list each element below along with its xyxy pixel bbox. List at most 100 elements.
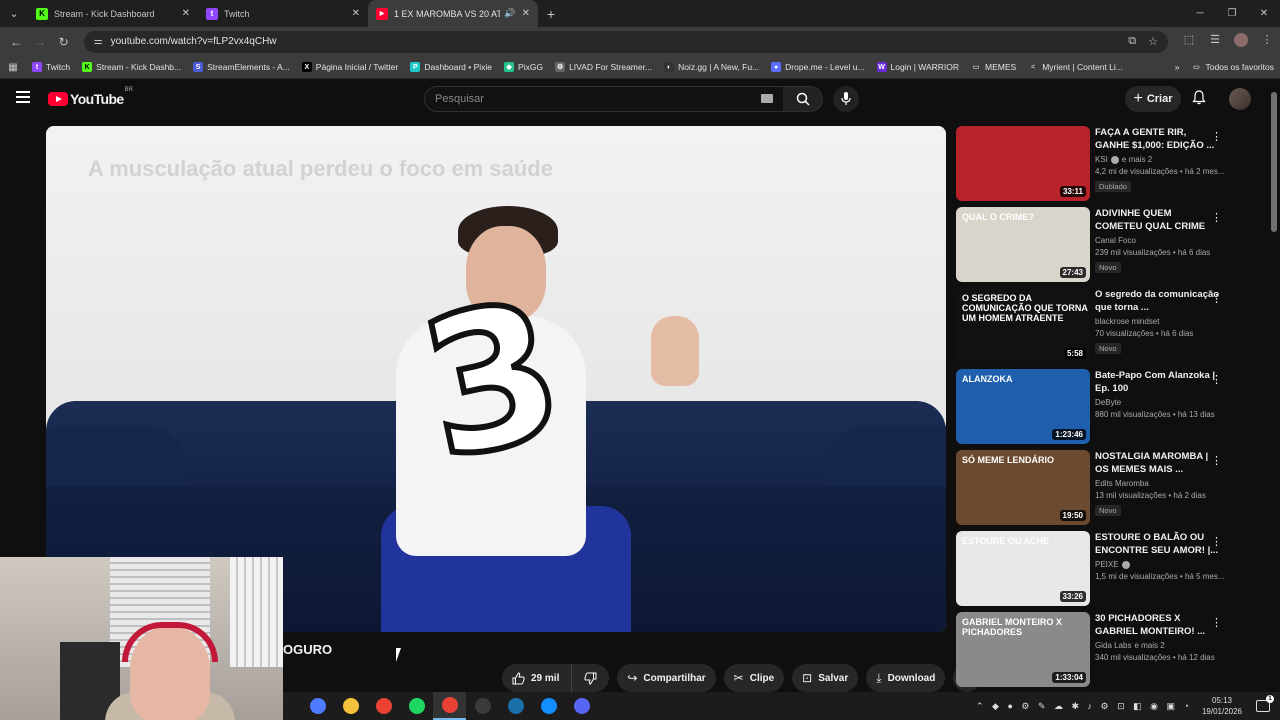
search-input[interactable]: Pesquisar: [424, 86, 784, 112]
recommendation-title[interactable]: ESTOURE O BALÃO OU ENCONTRE SEU AMOR! |.…: [1095, 531, 1220, 557]
close-icon[interactable]: ✕: [182, 8, 190, 19]
channel-row[interactable]: DeByte: [1095, 398, 1220, 407]
recommendation-title[interactable]: FAÇA A GENTE RIR, GANHE $1,000: EDIÇÃO .…: [1095, 126, 1220, 152]
cast-icon[interactable]: ⧉: [1128, 35, 1136, 48]
taskbar-clock[interactable]: 05:13 19/01/2026: [1202, 695, 1242, 717]
battle-net-taskbar-icon[interactable]: [532, 692, 565, 720]
bookmark-myrient[interactable]: < Myrient | Content Li...: [1022, 62, 1129, 72]
notifications-bell-icon[interactable]: [1192, 90, 1206, 108]
speaker-icon[interactable]: 🔊: [504, 8, 515, 19]
tab-kick-dashboard[interactable]: K Stream - Kick Dashboard ✕: [28, 0, 198, 27]
video-thumbnail[interactable]: ALANZOKA 1:23:46: [956, 369, 1090, 444]
bookmark-noiz[interactable]: ◐ Noiz.gg | A New, Fu...: [658, 62, 765, 72]
recommendation-item[interactable]: 33:11 FAÇA A GENTE RIR, GANHE $1,000: EDI…: [956, 126, 1232, 207]
new-tab-button[interactable]: +: [538, 0, 564, 27]
more-vertical-icon[interactable]: ⋮: [1211, 616, 1222, 629]
video-thumbnail[interactable]: GABRIEL MONTEIRO X PICHADORES 1:33:04: [956, 612, 1090, 687]
recommendation-title[interactable]: O segredo da comunicação que torna ...: [1095, 288, 1220, 314]
back-icon[interactable]: ←: [4, 35, 28, 49]
youtube-logo[interactable]: YouTube BR: [48, 87, 133, 107]
close-window-icon[interactable]: ✕: [1248, 0, 1280, 27]
bookmark-pixie[interactable]: P Dashboard • Pixie: [404, 62, 498, 72]
recommendation-title[interactable]: Bate-Papo Com Alanzoka | Ep. 100: [1095, 369, 1220, 395]
recommendation-item[interactable]: GABRIEL MONTEIRO X PICHADORES 1:33:04 30 P…: [956, 612, 1232, 693]
recommendation-item[interactable]: O SEGREDO DA COMUNICAÇÃO QUE TORNA UM HO…: [956, 288, 1232, 369]
channel-row[interactable]: KSI e mais 2: [1095, 155, 1220, 164]
restore-icon[interactable]: ❐: [1216, 0, 1248, 27]
account-avatar[interactable]: [1229, 88, 1251, 110]
steam-taskbar-icon[interactable]: [499, 692, 532, 720]
chevron-right-icon[interactable]: »: [1169, 62, 1186, 72]
forward-icon[interactable]: →: [28, 35, 52, 49]
address-bar[interactable]: ⚌ youtube.com/watch?v=fLP2vx4qCHw ⧉ ☆: [83, 30, 1168, 53]
bookmark-twitter[interactable]: X Página Inicial / Twitter: [296, 62, 405, 72]
bookmark-pixgg[interactable]: ◆ PixGG: [498, 62, 549, 72]
tab-search-button[interactable]: ⌄: [0, 0, 28, 27]
explorer-taskbar-icon[interactable]: [334, 692, 367, 720]
site-info-icon[interactable]: ⚌: [94, 36, 103, 47]
save-button[interactable]: ⊡ Salvar: [792, 664, 859, 692]
bookmark-streamelements[interactable]: S StreamElements - A...: [187, 62, 296, 72]
all-bookmarks-button[interactable]: ▭ Todos os favoritos: [1185, 62, 1280, 72]
video-thumbnail[interactable]: QUAL O CRIME? 27:43: [956, 207, 1090, 282]
bookmark-twitch[interactable]: t Twitch: [26, 62, 76, 72]
more-vertical-icon[interactable]: ⋮: [1211, 535, 1222, 548]
bookmark-star-icon[interactable]: ☆: [1148, 35, 1158, 48]
obs-taskbar-icon[interactable]: [466, 692, 499, 720]
recommendation-title[interactable]: ADIVINHE QUEM COMETEU QUAL CRIME: [1095, 207, 1220, 233]
bookmark-drope[interactable]: ● Drope.me - Level u...: [765, 62, 870, 72]
channel-row[interactable]: Canal Foco: [1095, 236, 1220, 245]
hamburger-menu-icon[interactable]: [16, 91, 30, 103]
minimize-icon[interactable]: ─: [1184, 0, 1216, 27]
recommendation-title[interactable]: NOSTALGIA MAROMBA | OS MEMES MAIS ...: [1095, 450, 1220, 476]
apps-grid-icon[interactable]: ▦: [0, 62, 26, 73]
close-icon[interactable]: ✕: [352, 8, 360, 19]
search-button[interactable]: [783, 86, 823, 112]
channel-row[interactable]: blackrose mindset: [1095, 317, 1220, 326]
chrome-active-taskbar-icon[interactable]: [433, 692, 466, 720]
channel-row[interactable]: PEIXE: [1095, 560, 1220, 569]
more-vertical-icon[interactable]: ⋮: [1211, 373, 1222, 386]
bookmark-kick[interactable]: K Stream - Kick Dashb...: [76, 62, 187, 72]
recommendation-title[interactable]: 30 PICHADORES X GABRIEL MONTEIRO! ...: [1095, 612, 1220, 638]
menu-icon[interactable]: ⋮: [1254, 33, 1280, 50]
share-button[interactable]: ↪ Compartilhar: [617, 664, 716, 692]
recommendation-item[interactable]: ESTOURE OU ACHE 33:26 ESTOURE O BALÃO OU E…: [956, 531, 1232, 612]
recommendation-item[interactable]: SÓ MEME LENDÁRIO 19:50 NOSTALGIA MAROMBA |…: [956, 450, 1232, 531]
create-button[interactable]: + Criar: [1125, 86, 1181, 112]
media-icon[interactable]: ☰: [1202, 33, 1228, 50]
notification-center-icon[interactable]: 1: [1256, 695, 1274, 712]
video-thumbnail[interactable]: SÓ MEME LENDÁRIO 19:50: [956, 450, 1090, 525]
more-vertical-icon[interactable]: ⋮: [1211, 454, 1222, 467]
scrollbar-thumb[interactable]: [1271, 92, 1277, 232]
bookmark-warrior[interactable]: W Login | WARRIOR: [871, 62, 966, 72]
recommendation-item[interactable]: QUAL O CRIME? 27:43 ADIVINHE QUEM COMETEU …: [956, 207, 1232, 288]
discord-taskbar-icon[interactable]: [565, 692, 598, 720]
dislike-button[interactable]: [572, 664, 609, 692]
tab-twitch[interactable]: t Twitch ✕: [198, 0, 368, 27]
copilot-taskbar-icon[interactable]: [301, 692, 334, 720]
more-vertical-icon[interactable]: ⋮: [1211, 130, 1222, 143]
spotify-taskbar-icon[interactable]: [400, 692, 433, 720]
video-thumbnail[interactable]: O SEGREDO DA COMUNICAÇÃO QUE TORNA UM HO…: [956, 288, 1090, 363]
tab-youtube-video[interactable]: ▶ 1 EX MAROMBA VS 20 ATLETAS 🔊 ✕: [368, 0, 538, 27]
channel-row[interactable]: Gida Labs e mais 2: [1095, 641, 1220, 650]
page-scrollbar[interactable]: [1268, 80, 1280, 692]
tray-icons[interactable]: ⌃ ◆ ● ⚙ ✎ ☁ ✱ ♪ ⚙ ⊡ ◧ ◉ ▣ ◔: [976, 701, 1192, 712]
more-vertical-icon[interactable]: ⋮: [1211, 292, 1222, 305]
close-icon[interactable]: ✕: [522, 8, 530, 19]
more-vertical-icon[interactable]: ⋮: [1211, 211, 1222, 224]
recommendation-item[interactable]: ALANZOKA 1:23:46 Bate-Papo Com Alanzoka | …: [956, 369, 1232, 450]
bookmark-livad[interactable]: ⚙ LIVAD For Streamer...: [549, 62, 658, 72]
video-thumbnail[interactable]: ESTOURE OU ACHE 33:26: [956, 531, 1090, 606]
clip-button[interactable]: ✂ Clipe: [723, 664, 785, 692]
keyboard-icon[interactable]: [761, 94, 773, 103]
voice-search-button[interactable]: [833, 86, 859, 112]
download-button[interactable]: ⤓ Download: [866, 664, 946, 692]
reload-icon[interactable]: ↻: [52, 35, 76, 49]
video-thumbnail[interactable]: 33:11: [956, 126, 1090, 201]
like-button[interactable]: 29 mil: [502, 664, 573, 692]
channel-row[interactable]: Edits Maromba: [1095, 479, 1220, 488]
extensions-icon[interactable]: ⬚: [1176, 33, 1202, 50]
bookmark-folder-memes[interactable]: ▭ MEMES: [965, 62, 1022, 72]
